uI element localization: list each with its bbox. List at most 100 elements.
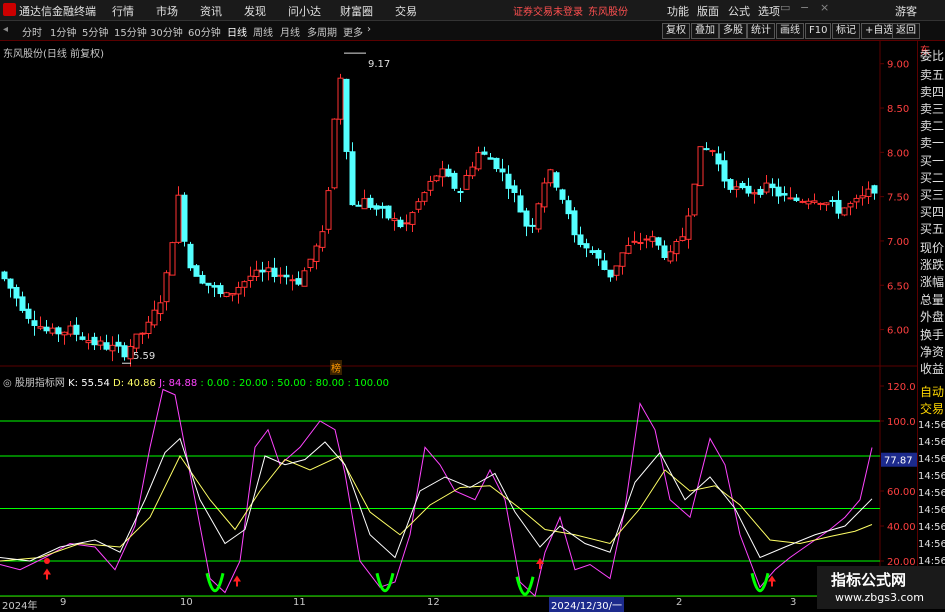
candle-body xyxy=(871,185,878,194)
f10-button[interactable]: F10 xyxy=(805,23,832,39)
chart-caption: 东风股份(日线 前复权) xyxy=(3,49,104,60)
menu-discover[interactable]: 发现 xyxy=(244,3,266,19)
candle-body xyxy=(319,231,326,248)
candle-body xyxy=(769,183,776,189)
candle-body xyxy=(343,78,350,152)
date-label: 9 xyxy=(60,597,67,608)
menu-xiaoda[interactable]: 问小达 xyxy=(288,3,321,19)
candle-body xyxy=(607,269,614,278)
user-guest[interactable]: 游客 xyxy=(895,3,917,19)
tick-time: 14:56 xyxy=(918,505,945,516)
sidebar-item-bid2: 买二 xyxy=(920,171,945,185)
minimize-icon[interactable]: ▭ xyxy=(780,1,790,14)
tab-multi-period[interactable]: 多周期 xyxy=(307,24,337,39)
tab-5min[interactable]: 5分钟 xyxy=(82,24,108,39)
menu-quotes[interactable]: 行情 xyxy=(112,3,134,19)
menu-wealth[interactable]: 财富圈 xyxy=(340,3,373,19)
login-notice[interactable]: 证券交易未登录 xyxy=(513,3,583,18)
k-line xyxy=(0,437,873,562)
candle-body xyxy=(709,150,716,153)
candle-body xyxy=(763,182,770,193)
candle-body xyxy=(109,344,116,352)
tab-15min[interactable]: 15分钟 xyxy=(114,24,147,39)
tab-monthly[interactable]: 月线 xyxy=(280,24,300,39)
candle-body xyxy=(31,320,38,326)
candle-body xyxy=(859,195,866,199)
tab-more[interactable]: 更多 xyxy=(343,24,363,39)
candle-body xyxy=(397,219,404,228)
sidebar-item-price: 现价 xyxy=(920,241,945,255)
tab-daily[interactable]: 日线 xyxy=(227,24,247,39)
draw-line-button[interactable]: 画线 xyxy=(776,23,804,39)
tab-intraday[interactable]: 分时 xyxy=(22,24,42,39)
candle-body xyxy=(847,202,854,208)
indicator-name[interactable]: 股朋指标网 xyxy=(15,378,65,389)
candle-body xyxy=(505,173,512,189)
sidebar-item-ask5: 卖五 xyxy=(920,68,945,82)
menu-formula[interactable]: 公式 xyxy=(728,3,750,19)
candle-body xyxy=(349,151,356,206)
overlay-button[interactable]: 叠加 xyxy=(691,23,719,39)
candle-body xyxy=(271,267,278,277)
indicator-grid xyxy=(0,420,880,597)
candle-body xyxy=(787,197,794,200)
chart-canvas[interactable]: 9.00 8.50 8.00 7.50 7.00 6.50 6.00 120.0 100.0 8… xyxy=(0,41,917,597)
candle-body xyxy=(469,166,476,177)
candle-body xyxy=(259,269,266,273)
candle-body xyxy=(163,272,170,303)
candle-body xyxy=(481,151,488,155)
auto-trade-button[interactable]: 自动 xyxy=(920,383,944,400)
candle-body xyxy=(829,199,836,202)
back-button[interactable]: 返回 xyxy=(892,23,920,39)
restore-icon[interactable]: − xyxy=(800,1,809,14)
candle-body xyxy=(529,224,536,227)
menu-function[interactable]: 功能 xyxy=(667,3,689,19)
chevron-left-icon[interactable]: ◂ xyxy=(3,24,8,35)
candle-body xyxy=(283,274,290,278)
candle-body xyxy=(25,308,32,319)
candle-body xyxy=(301,270,308,287)
trade-button[interactable]: 交易 xyxy=(920,400,944,417)
menu-market[interactable]: 市场 xyxy=(156,3,178,19)
candle-body xyxy=(403,222,410,225)
mark-button[interactable]: 标记 xyxy=(832,23,860,39)
multi-stock-button[interactable]: 多股 xyxy=(719,23,747,39)
menu-bar: 通达信金融终端 行情 市场 资讯 发现 问小达 财富圈 交易 证券交易未登录 东… xyxy=(0,0,945,21)
candle-body xyxy=(865,188,872,197)
sidebar-item-bid1: 买一 xyxy=(920,154,945,168)
candle-body xyxy=(733,186,740,190)
close-icon[interactable]: × xyxy=(820,1,829,14)
rank-marker[interactable]: 榜 xyxy=(330,360,342,375)
tab-weekly[interactable]: 周线 xyxy=(253,24,273,39)
candle-body xyxy=(655,237,662,246)
candle-body xyxy=(205,282,212,286)
candle-body xyxy=(517,195,524,213)
menu-options[interactable]: 选项 xyxy=(758,3,780,19)
sidebar-item-volume: 总量 xyxy=(920,293,945,307)
indicator-value: : 20.00 xyxy=(229,378,268,389)
chevron-right-icon[interactable]: › xyxy=(367,24,371,35)
statistics-button[interactable]: 统计 xyxy=(747,23,775,39)
candle-body xyxy=(601,260,608,270)
tab-30min[interactable]: 30分钟 xyxy=(150,24,183,39)
price-tick-label: 8.00 xyxy=(887,148,909,159)
candle-body xyxy=(211,285,218,288)
candle-body xyxy=(649,236,656,242)
indicator-icon: ◎ xyxy=(3,378,12,389)
sidebar-item-ask2: 卖二 xyxy=(920,119,945,133)
candle-body xyxy=(691,183,698,216)
menu-layout[interactable]: 版面 xyxy=(697,3,719,19)
tab-60min[interactable]: 60分钟 xyxy=(188,24,221,39)
candle-body xyxy=(325,190,332,230)
cursor-date-label: 2024/12/30/一 xyxy=(549,597,625,612)
sidebar-item-change: 涨跌 xyxy=(920,258,945,272)
candle-body xyxy=(745,185,752,194)
menu-trade[interactable]: 交易 xyxy=(395,3,417,19)
candle-body xyxy=(49,327,56,334)
menu-news[interactable]: 资讯 xyxy=(200,3,222,19)
tab-1min[interactable]: 1分钟 xyxy=(50,24,76,39)
adjust-button[interactable]: 复权 xyxy=(662,23,690,39)
indicator-value: : 80.00 xyxy=(305,378,345,389)
candlestick-series[interactable] xyxy=(1,52,878,367)
tick-time: 14:56 xyxy=(918,437,945,448)
